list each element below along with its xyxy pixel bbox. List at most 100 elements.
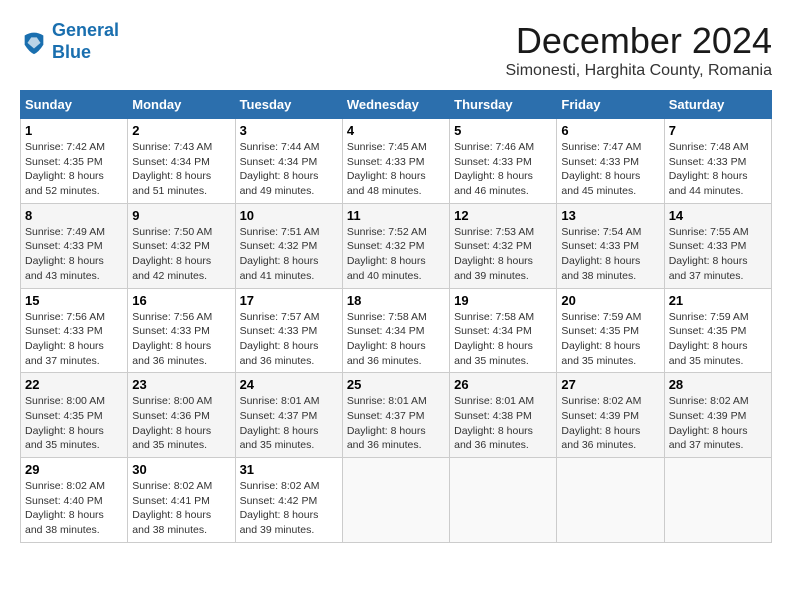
calendar-cell: 7 Sunrise: 7:48 AM Sunset: 4:33 PM Dayli… (664, 119, 771, 204)
day-number: 25 (347, 377, 445, 392)
day-info: Sunrise: 7:53 AM Sunset: 4:32 PM Dayligh… (454, 225, 552, 284)
col-header-saturday: Saturday (664, 91, 771, 119)
day-info: Sunrise: 8:01 AM Sunset: 4:37 PM Dayligh… (347, 394, 445, 453)
day-info: Sunrise: 7:58 AM Sunset: 4:34 PM Dayligh… (347, 310, 445, 369)
day-info: Sunrise: 7:48 AM Sunset: 4:33 PM Dayligh… (669, 140, 767, 199)
day-info: Sunrise: 8:02 AM Sunset: 4:39 PM Dayligh… (561, 394, 659, 453)
day-info: Sunrise: 8:01 AM Sunset: 4:37 PM Dayligh… (240, 394, 338, 453)
day-number: 19 (454, 293, 552, 308)
calendar-week-row: 8 Sunrise: 7:49 AM Sunset: 4:33 PM Dayli… (21, 203, 772, 288)
calendar-cell: 9 Sunrise: 7:50 AM Sunset: 4:32 PM Dayli… (128, 203, 235, 288)
col-header-wednesday: Wednesday (342, 91, 449, 119)
calendar-cell: 27 Sunrise: 8:02 AM Sunset: 4:39 PM Dayl… (557, 373, 664, 458)
calendar-cell: 5 Sunrise: 7:46 AM Sunset: 4:33 PM Dayli… (450, 119, 557, 204)
day-number: 10 (240, 208, 338, 223)
calendar-week-row: 22 Sunrise: 8:00 AM Sunset: 4:35 PM Dayl… (21, 373, 772, 458)
calendar-cell: 23 Sunrise: 8:00 AM Sunset: 4:36 PM Dayl… (128, 373, 235, 458)
logo-text: General Blue (52, 20, 119, 63)
logo-icon (20, 28, 48, 56)
calendar-week-row: 15 Sunrise: 7:56 AM Sunset: 4:33 PM Dayl… (21, 288, 772, 373)
calendar-header-row: SundayMondayTuesdayWednesdayThursdayFrid… (21, 91, 772, 119)
day-info: Sunrise: 7:54 AM Sunset: 4:33 PM Dayligh… (561, 225, 659, 284)
calendar-cell (557, 458, 664, 543)
calendar-cell (342, 458, 449, 543)
day-info: Sunrise: 8:02 AM Sunset: 4:39 PM Dayligh… (669, 394, 767, 453)
col-header-thursday: Thursday (450, 91, 557, 119)
calendar-cell (664, 458, 771, 543)
calendar-cell: 12 Sunrise: 7:53 AM Sunset: 4:32 PM Dayl… (450, 203, 557, 288)
day-info: Sunrise: 7:52 AM Sunset: 4:32 PM Dayligh… (347, 225, 445, 284)
calendar-cell: 14 Sunrise: 7:55 AM Sunset: 4:33 PM Dayl… (664, 203, 771, 288)
day-info: Sunrise: 7:45 AM Sunset: 4:33 PM Dayligh… (347, 140, 445, 199)
day-number: 1 (25, 123, 123, 138)
day-info: Sunrise: 7:51 AM Sunset: 4:32 PM Dayligh… (240, 225, 338, 284)
calendar-cell: 4 Sunrise: 7:45 AM Sunset: 4:33 PM Dayli… (342, 119, 449, 204)
calendar-cell: 8 Sunrise: 7:49 AM Sunset: 4:33 PM Dayli… (21, 203, 128, 288)
day-number: 14 (669, 208, 767, 223)
day-number: 12 (454, 208, 552, 223)
page-header: General Blue December 2024 Simonesti, Ha… (20, 20, 772, 80)
day-info: Sunrise: 8:02 AM Sunset: 4:42 PM Dayligh… (240, 479, 338, 538)
calendar-cell: 20 Sunrise: 7:59 AM Sunset: 4:35 PM Dayl… (557, 288, 664, 373)
day-number: 15 (25, 293, 123, 308)
day-number: 27 (561, 377, 659, 392)
calendar-week-row: 1 Sunrise: 7:42 AM Sunset: 4:35 PM Dayli… (21, 119, 772, 204)
calendar-cell: 17 Sunrise: 7:57 AM Sunset: 4:33 PM Dayl… (235, 288, 342, 373)
calendar-cell: 31 Sunrise: 8:02 AM Sunset: 4:42 PM Dayl… (235, 458, 342, 543)
day-info: Sunrise: 8:00 AM Sunset: 4:36 PM Dayligh… (132, 394, 230, 453)
day-number: 30 (132, 462, 230, 477)
day-info: Sunrise: 7:59 AM Sunset: 4:35 PM Dayligh… (561, 310, 659, 369)
day-info: Sunrise: 8:01 AM Sunset: 4:38 PM Dayligh… (454, 394, 552, 453)
day-info: Sunrise: 8:00 AM Sunset: 4:35 PM Dayligh… (25, 394, 123, 453)
day-info: Sunrise: 7:49 AM Sunset: 4:33 PM Dayligh… (25, 225, 123, 284)
day-info: Sunrise: 7:44 AM Sunset: 4:34 PM Dayligh… (240, 140, 338, 199)
day-number: 7 (669, 123, 767, 138)
location-title: Simonesti, Harghita County, Romania (506, 62, 773, 80)
calendar-cell: 25 Sunrise: 8:01 AM Sunset: 4:37 PM Dayl… (342, 373, 449, 458)
day-number: 3 (240, 123, 338, 138)
day-number: 31 (240, 462, 338, 477)
calendar-cell: 1 Sunrise: 7:42 AM Sunset: 4:35 PM Dayli… (21, 119, 128, 204)
calendar-cell: 18 Sunrise: 7:58 AM Sunset: 4:34 PM Dayl… (342, 288, 449, 373)
day-number: 8 (25, 208, 123, 223)
col-header-friday: Friday (557, 91, 664, 119)
day-number: 22 (25, 377, 123, 392)
day-number: 29 (25, 462, 123, 477)
day-number: 5 (454, 123, 552, 138)
day-number: 26 (454, 377, 552, 392)
day-info: Sunrise: 7:42 AM Sunset: 4:35 PM Dayligh… (25, 140, 123, 199)
day-info: Sunrise: 7:55 AM Sunset: 4:33 PM Dayligh… (669, 225, 767, 284)
calendar-cell: 22 Sunrise: 8:00 AM Sunset: 4:35 PM Dayl… (21, 373, 128, 458)
day-info: Sunrise: 7:58 AM Sunset: 4:34 PM Dayligh… (454, 310, 552, 369)
col-header-tuesday: Tuesday (235, 91, 342, 119)
day-info: Sunrise: 7:46 AM Sunset: 4:33 PM Dayligh… (454, 140, 552, 199)
day-info: Sunrise: 7:56 AM Sunset: 4:33 PM Dayligh… (132, 310, 230, 369)
day-number: 23 (132, 377, 230, 392)
day-number: 9 (132, 208, 230, 223)
day-info: Sunrise: 7:47 AM Sunset: 4:33 PM Dayligh… (561, 140, 659, 199)
day-info: Sunrise: 8:02 AM Sunset: 4:41 PM Dayligh… (132, 479, 230, 538)
calendar-cell: 28 Sunrise: 8:02 AM Sunset: 4:39 PM Dayl… (664, 373, 771, 458)
day-info: Sunrise: 7:57 AM Sunset: 4:33 PM Dayligh… (240, 310, 338, 369)
calendar-cell: 15 Sunrise: 7:56 AM Sunset: 4:33 PM Dayl… (21, 288, 128, 373)
col-header-sunday: Sunday (21, 91, 128, 119)
calendar-cell: 2 Sunrise: 7:43 AM Sunset: 4:34 PM Dayli… (128, 119, 235, 204)
day-number: 21 (669, 293, 767, 308)
calendar-table: SundayMondayTuesdayWednesdayThursdayFrid… (20, 90, 772, 543)
day-info: Sunrise: 7:56 AM Sunset: 4:33 PM Dayligh… (25, 310, 123, 369)
calendar-cell: 26 Sunrise: 8:01 AM Sunset: 4:38 PM Dayl… (450, 373, 557, 458)
calendar-cell: 13 Sunrise: 7:54 AM Sunset: 4:33 PM Dayl… (557, 203, 664, 288)
calendar-cell: 24 Sunrise: 8:01 AM Sunset: 4:37 PM Dayl… (235, 373, 342, 458)
month-title: December 2024 (506, 20, 773, 62)
day-number: 18 (347, 293, 445, 308)
day-info: Sunrise: 7:50 AM Sunset: 4:32 PM Dayligh… (132, 225, 230, 284)
day-number: 4 (347, 123, 445, 138)
calendar-cell: 3 Sunrise: 7:44 AM Sunset: 4:34 PM Dayli… (235, 119, 342, 204)
day-number: 11 (347, 208, 445, 223)
calendar-cell: 30 Sunrise: 8:02 AM Sunset: 4:41 PM Dayl… (128, 458, 235, 543)
calendar-cell: 6 Sunrise: 7:47 AM Sunset: 4:33 PM Dayli… (557, 119, 664, 204)
day-number: 2 (132, 123, 230, 138)
logo: General Blue (20, 20, 119, 63)
calendar-week-row: 29 Sunrise: 8:02 AM Sunset: 4:40 PM Dayl… (21, 458, 772, 543)
day-info: Sunrise: 7:43 AM Sunset: 4:34 PM Dayligh… (132, 140, 230, 199)
